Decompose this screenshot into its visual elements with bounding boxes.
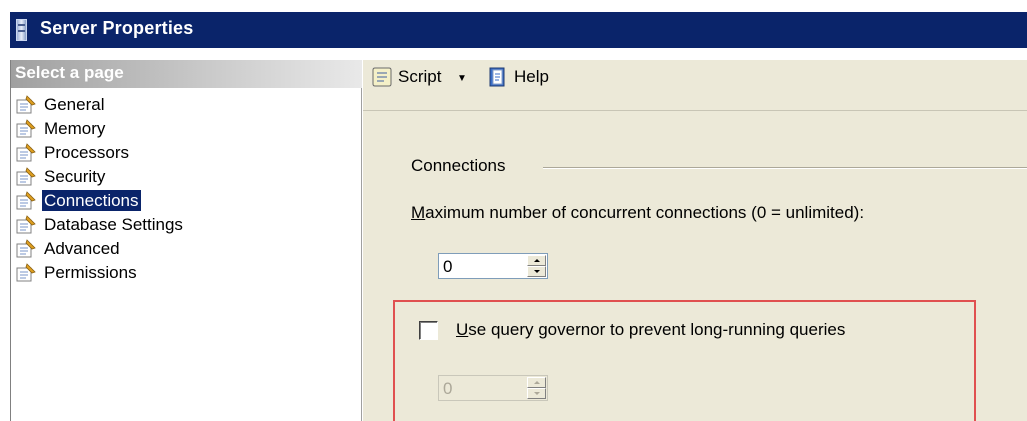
accelerator-key: U [456,320,469,339]
page-icon [16,119,36,138]
page-icon [16,167,36,186]
page-icon [16,191,36,210]
query-governor-label[interactable]: Use query governor to prevent long-runni… [456,320,845,340]
sidebar-item-label: Memory [44,119,106,138]
spin-down-button[interactable] [527,266,546,277]
spin-up-button[interactable] [527,255,546,266]
max-connections-label: Maximum number of concurrent connections… [411,203,864,223]
page-icon [16,263,36,282]
sidebar-item-label: Database Settings [44,215,183,234]
highlight-box [393,300,976,421]
query-governor-stepper: 0 [438,375,548,401]
sidebar-item-label: Permissions [44,263,137,282]
page-icon [16,95,36,114]
script-icon [372,67,392,87]
sidebar-item-label: Connections [42,190,141,211]
server-icon [16,19,27,41]
page-icon [16,143,36,162]
connections-panel: Connections Maximum number of concurrent… [363,111,1027,421]
page-icon [16,239,36,258]
page-selector-pane: Select a page General Memory Processors … [10,60,362,421]
section-divider [543,167,1027,169]
sidebar-item-label: Processors [44,143,130,162]
window-title: Server Properties [40,18,194,38]
sidebar-item-label: Advanced [44,239,120,258]
spin-up-button [527,377,546,388]
max-connections-label-text: aximum number of concurrent connections … [425,203,865,222]
help-label: Help [514,67,549,86]
title-bar: Server Properties [10,12,1027,48]
toolbar: Script ▼ Help [363,60,1027,111]
page-icon [16,215,36,234]
dropdown-arrow-icon[interactable]: ▼ [457,73,467,84]
accelerator-key: M [411,203,426,222]
max-connections-value[interactable]: 0 [443,257,452,277]
max-connections-stepper[interactable]: 0 [438,253,548,279]
spin-down-button [527,388,546,399]
sidebar-item-label: General [44,95,105,114]
stepper-buttons [527,377,546,399]
query-governor-checkbox[interactable] [419,321,438,340]
stepper-buttons [527,255,546,277]
script-label: Script [398,67,442,86]
help-icon [489,67,505,87]
query-governor-value: 0 [443,379,453,398]
query-governor-label-text: se query governor to prevent long-runnin… [468,320,846,339]
select-page-label: Select a page [15,63,124,82]
select-page-header: Select a page [11,60,362,88]
connections-section-title: Connections [411,156,514,176]
sidebar-item-label: Security [44,167,106,186]
